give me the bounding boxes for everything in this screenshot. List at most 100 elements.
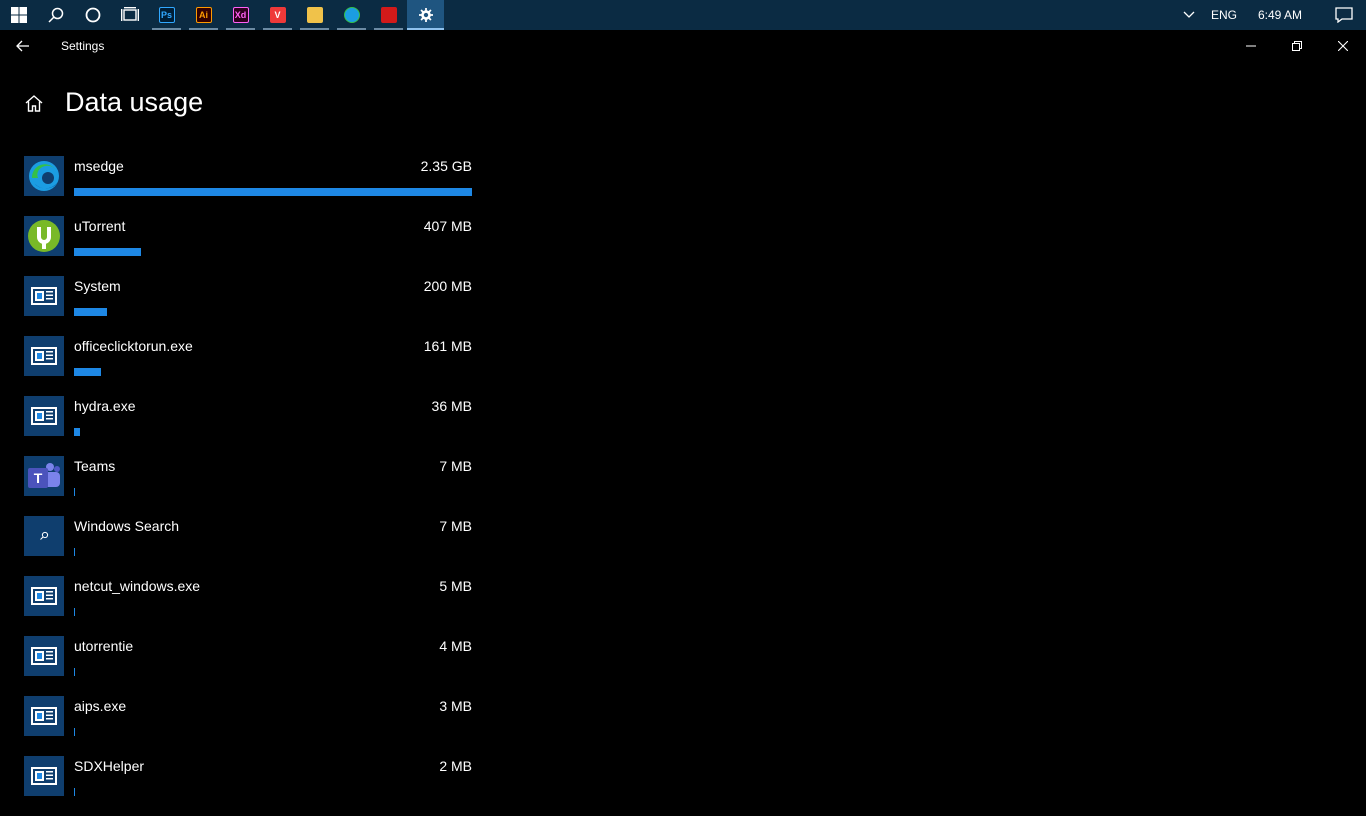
usage-item-name: System: [74, 278, 121, 294]
usage-item-name: Windows Search: [74, 518, 180, 534]
taskbar-app-label: V: [274, 10, 281, 20]
start-button[interactable]: [0, 0, 37, 30]
windows-logo-icon: [10, 7, 27, 23]
usage-item-size: 161 MB: [423, 338, 472, 354]
edge-icon: [24, 156, 64, 196]
close-button[interactable]: [1320, 30, 1366, 62]
usage-item-name: Teams: [74, 458, 116, 474]
usage-item: T Teams 7 MB: [24, 456, 472, 516]
usage-item: uTorrent 407 MB: [24, 216, 472, 276]
vivaldi-app-icon: V: [269, 7, 286, 23]
search-icon: [47, 7, 63, 23]
app-window-icon: [24, 756, 64, 796]
system-tray: ENG 6:49 AM: [1181, 0, 1366, 30]
search-button[interactable]: [37, 0, 74, 30]
app-window-icon: [24, 696, 64, 736]
taskbar-settings-app[interactable]: [407, 0, 444, 30]
usage-bar: [74, 188, 472, 196]
taskbar-edge-app[interactable]: [333, 0, 370, 30]
taskbar-illustrator-app[interactable]: Ai: [185, 0, 222, 30]
usage-bar: [74, 728, 75, 736]
usage-item-name: utorrentie: [74, 638, 134, 654]
taskbar-xd-app[interactable]: Xd: [222, 0, 259, 30]
usage-item-name: uTorrent: [74, 218, 126, 234]
cortana-button[interactable]: [74, 0, 111, 30]
usage-item: Windows Search 7 MB: [24, 516, 472, 576]
app-window-icon: [24, 276, 64, 316]
usage-item-size: 407 MB: [423, 218, 472, 234]
action-center-button[interactable]: [1322, 0, 1366, 30]
edge-app-icon: [343, 7, 360, 23]
notification-icon: [1335, 7, 1353, 23]
home-button[interactable]: [24, 94, 44, 114]
home-icon: [25, 95, 43, 112]
gear-icon: [418, 8, 433, 22]
usage-bar: [74, 368, 101, 376]
usage-bar: [74, 668, 75, 676]
illustrator-app-icon: Ai: [195, 7, 212, 23]
back-button[interactable]: [0, 30, 46, 62]
taskbar-vivaldi-app[interactable]: V: [259, 0, 296, 30]
usage-item-size: 36 MB: [431, 398, 472, 414]
usage-item-size: 5 MB: [439, 578, 472, 594]
usage-item-name: aips.exe: [74, 698, 127, 714]
show-hidden-icons-button[interactable]: [1181, 0, 1197, 30]
usage-bar: [74, 548, 75, 556]
usage-item: hydra.exe 36 MB: [24, 396, 472, 456]
usage-item-size: 3 MB: [439, 698, 472, 714]
task-view-button[interactable]: [111, 0, 148, 30]
app-window-icon: [24, 576, 64, 616]
taskbar-app-label: Ps: [160, 10, 172, 20]
usage-item-name: SDXHelper: [74, 758, 145, 774]
usage-bar: [74, 788, 75, 796]
usage-item: SDXHelper 2 MB: [24, 756, 472, 816]
taskbar-pinned-apps: Ps Ai Xd V: [148, 0, 407, 30]
app-window-icon: [24, 636, 64, 676]
usage-item-name: msedge: [74, 158, 124, 174]
taskbar-app-label: Ai: [199, 10, 208, 20]
acrobat-app-icon: [380, 7, 397, 23]
svg-text:T: T: [34, 470, 43, 486]
usage-item-size: 200 MB: [423, 278, 472, 294]
taskbar-left: Ps Ai Xd V: [0, 0, 444, 30]
restore-button[interactable]: [1274, 30, 1320, 62]
usage-item-name: hydra.exe: [74, 398, 136, 414]
minimize-icon: [1246, 45, 1256, 47]
window-title: Settings: [61, 39, 105, 53]
usage-item: System 200 MB: [24, 276, 472, 336]
usage-item-name: officeclicktorun.exe: [74, 338, 193, 354]
usage-item: officeclicktorun.exe 161 MB: [24, 336, 472, 396]
file-explorer-app-icon: [306, 7, 323, 23]
usage-item-size: 7 MB: [439, 458, 472, 474]
language-indicator[interactable]: ENG: [1211, 8, 1237, 22]
chevron-up-icon: [1183, 11, 1195, 18]
close-icon: [1338, 41, 1348, 51]
search-icon: [24, 516, 64, 556]
usage-item: msedge 2.35 GB: [24, 156, 472, 216]
taskbar: Ps Ai Xd V ENG 6:49 AM: [0, 0, 1366, 30]
arrow-left-icon: [16, 40, 29, 52]
usage-item-size: 7 MB: [439, 518, 472, 534]
usage-item: aips.exe 3 MB: [24, 696, 472, 756]
cortana-icon: [85, 7, 100, 23]
minimize-button[interactable]: [1228, 30, 1274, 62]
usage-item-size: 4 MB: [439, 638, 472, 654]
usage-bar: [74, 308, 107, 316]
restore-icon: [1292, 41, 1302, 51]
task-view-icon: [120, 7, 139, 21]
taskbar-file-explorer-app[interactable]: [296, 0, 333, 30]
usage-bar: [74, 248, 141, 256]
window-titlebar: Settings: [0, 30, 1366, 62]
usage-bar: [74, 608, 75, 616]
usage-item-size: 2.35 GB: [420, 158, 472, 174]
usage-item-name: netcut_windows.exe: [74, 578, 201, 594]
taskbar-acrobat-app[interactable]: [370, 0, 407, 30]
app-window-icon: [24, 336, 64, 376]
taskbar-photoshop-app[interactable]: Ps: [148, 0, 185, 30]
data-usage-list: msedge 2.35 GB uTorrent 407 MB System 200 MB o…: [24, 156, 472, 816]
usage-bar: [74, 428, 80, 436]
clock[interactable]: 6:49 AM: [1258, 8, 1302, 22]
taskbar-app-label: Xd: [234, 10, 247, 20]
page-title: Data usage: [65, 87, 204, 117]
xd-app-icon: Xd: [232, 7, 249, 23]
